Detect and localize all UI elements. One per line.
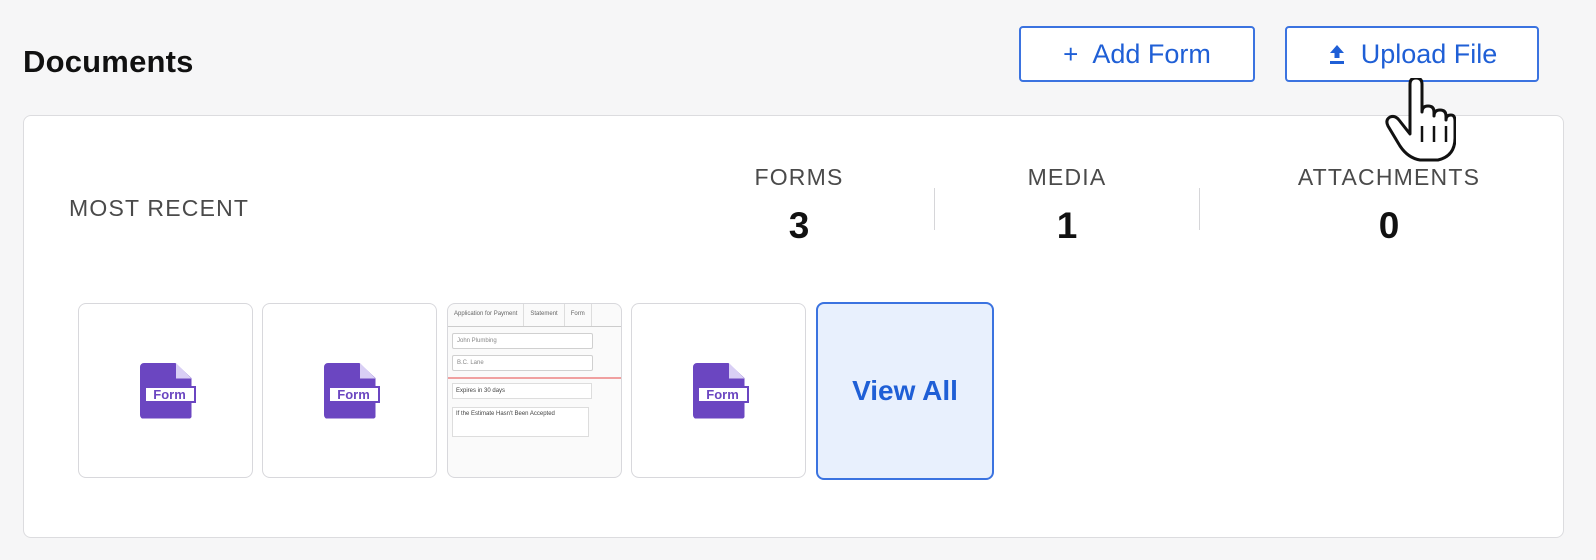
attachments-stat-value: 0 <box>1378 205 1400 246</box>
forms-stat: FORMS 3 <box>724 164 874 247</box>
form-icon: Form <box>692 362 749 419</box>
recent-form-thumbnail[interactable]: Form <box>78 303 253 478</box>
media-stat-label: MEDIA <box>1027 164 1107 190</box>
section-title: Documents <box>23 44 194 79</box>
forms-stat-label: FORMS <box>754 164 844 190</box>
media-stat: MEDIA 1 <box>992 164 1142 247</box>
view-all-button[interactable]: View All <box>816 302 994 480</box>
stat-divider <box>1199 188 1200 230</box>
recent-document-preview[interactable]: Application for Payment Statement Form J… <box>447 303 622 478</box>
most-recent-label: MOST RECENT <box>69 195 250 221</box>
documents-card: MOST RECENT FORMS 3 MEDIA 1 ATTACHMENTS … <box>23 115 1564 538</box>
form-icon: Form <box>323 362 380 419</box>
form-icon: Form <box>139 362 196 419</box>
preview-row: If the Estimate Hasn't Been Accepted <box>452 407 589 437</box>
media-stat-value: 1 <box>1056 205 1078 246</box>
recent-form-thumbnail[interactable]: Form <box>262 303 437 478</box>
add-form-button[interactable]: + Add Form <box>1019 26 1255 82</box>
plus-icon: + <box>1063 39 1079 69</box>
forms-stat-value: 3 <box>788 205 810 246</box>
preview-tabs: Application for Payment Statement Form <box>448 304 621 327</box>
upload-file-label: Upload File <box>1360 38 1498 69</box>
add-form-label: Add Form <box>1092 38 1211 69</box>
upload-file-button[interactable]: Upload File <box>1285 26 1539 82</box>
attachments-stat-label: ATTACHMENTS <box>1297 164 1481 190</box>
preview-row: Expires in 30 days <box>452 383 592 399</box>
preview-field: B.C. Lane <box>452 355 593 371</box>
attachments-stat: ATTACHMENTS 0 <box>1284 164 1494 247</box>
upload-icon <box>1327 43 1347 65</box>
hand-pointer-icon <box>1385 78 1456 162</box>
stat-divider <box>934 188 935 230</box>
preview-field: John Plumbing <box>452 333 593 349</box>
recent-form-thumbnail[interactable]: Form <box>631 303 806 478</box>
